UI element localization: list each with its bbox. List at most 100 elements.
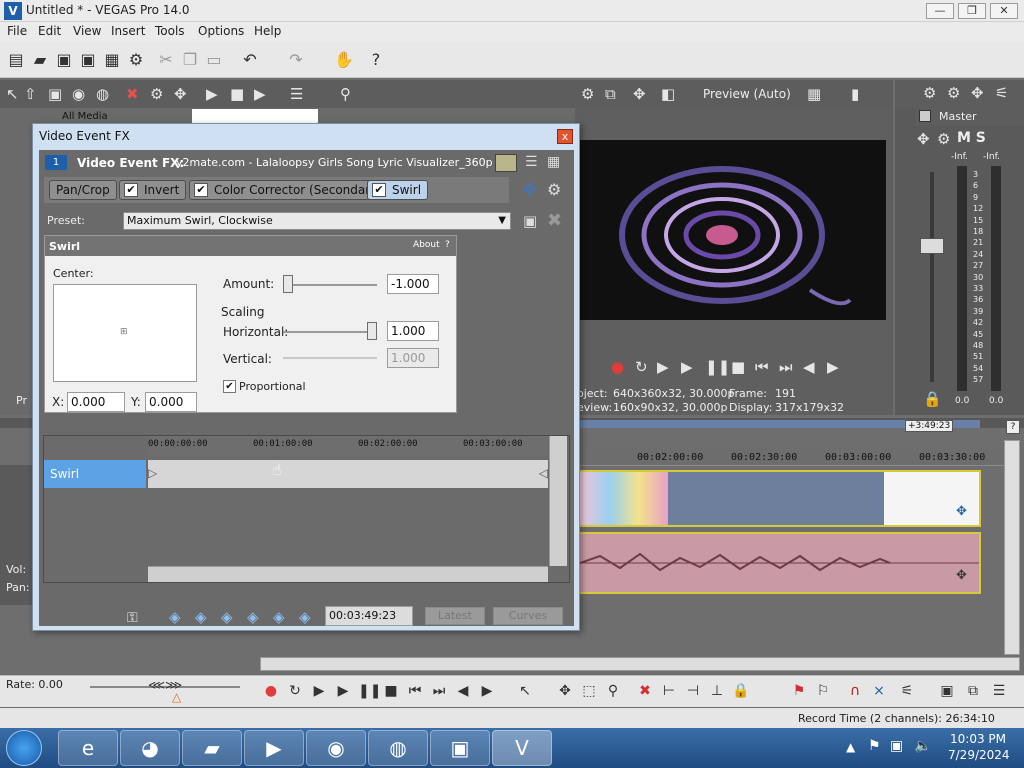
new-file-icon[interactable]: ▤ <box>6 50 26 70</box>
auto-crossfade-icon[interactable]: ⨯ <box>870 682 888 700</box>
split-screen-icon[interactable]: ✥ <box>633 85 646 103</box>
insert-region-icon[interactable]: ⚐ <box>814 682 832 700</box>
network-icon[interactable]: ▣ <box>890 738 903 754</box>
explorer-back-icon[interactable]: ↖ <box>6 85 19 103</box>
explorer-import-icon[interactable]: ▣ <box>48 85 62 103</box>
paste-icon[interactable]: ▭ <box>204 50 224 70</box>
keyframe-end-icon[interactable]: ◁ <box>539 466 548 480</box>
fx-chip-color-corrector[interactable]: ✔ Color Corrector (Secondary) <box>189 180 389 200</box>
undo-icon[interactable]: ↶ <box>240 50 260 70</box>
media-player-taskbar-icon[interactable]: ▶ <box>244 730 304 766</box>
play-icon[interactable]: ▶ <box>334 682 352 700</box>
preview-pause-icon[interactable]: ❚❚ <box>705 358 730 376</box>
menu-view[interactable]: View <box>73 24 101 38</box>
next-keyframe-icon[interactable]: ◈ <box>221 608 233 626</box>
kf-vertical-scrollbar[interactable] <box>549 436 567 566</box>
mixer-fx-icon[interactable]: ⚙ <box>947 84 960 102</box>
help-link[interactable]: ? <box>445 240 450 250</box>
preview-quality-dropdown[interactable]: Preview (Auto) <box>703 87 791 101</box>
menu-file[interactable]: File <box>7 24 27 38</box>
tray-expand-icon[interactable]: ▲ <box>846 740 855 754</box>
menu-insert[interactable]: Insert <box>111 24 145 38</box>
explorer-split-icon[interactable]: ✥ <box>174 85 187 103</box>
minimize-button[interactable]: — <box>926 3 954 19</box>
remove-plugin-icon[interactable]: ⚙ <box>547 180 561 199</box>
prev-keyframe-icon[interactable]: ◈ <box>195 608 207 626</box>
cut-icon[interactable]: ✂ <box>156 50 176 70</box>
latest-button[interactable]: Latest <box>425 607 485 625</box>
fx-chip-checkbox-icon[interactable]: ✔ <box>372 183 386 197</box>
lock-envelopes-icon[interactable]: ▣ <box>938 682 956 700</box>
add-keyframe-icon[interactable]: ◈ <box>273 608 285 626</box>
keyframe-time-input[interactable]: 00:03:49:23 <box>325 606 413 626</box>
horizontal-input[interactable]: 1.000 <box>387 321 439 341</box>
go-end-icon[interactable]: ⏭ <box>430 682 448 700</box>
timeline-menu-icon[interactable]: ☰ <box>990 682 1008 700</box>
go-start-icon[interactable]: ⏮ <box>406 682 424 700</box>
kf-track-label[interactable]: Swirl <box>44 460 146 488</box>
preview-prev-frame-icon[interactable]: ◀ <box>803 358 815 376</box>
timeline-help-icon[interactable]: ? <box>1006 420 1020 434</box>
selection-tool-icon[interactable]: ⬚ <box>580 682 598 700</box>
save-as-icon[interactable]: ▣ <box>78 50 98 70</box>
vegas-taskbar-icon[interactable]: V <box>492 730 552 766</box>
fx-chip-swirl[interactable]: ✔ Swirl <box>367 180 429 200</box>
fx-chip-checkbox-icon[interactable]: ✔ <box>194 183 208 197</box>
redo-icon[interactable]: ↷ <box>286 50 306 70</box>
center-y-input[interactable]: 0.000 <box>145 392 197 412</box>
explorer-taskbar-icon[interactable]: ▰ <box>182 730 242 766</box>
start-button-icon[interactable] <box>6 730 42 766</box>
explorer-views-icon[interactable]: ☰ <box>290 85 303 103</box>
menu-help[interactable]: Help <box>254 24 281 38</box>
trim-end-icon[interactable]: ⊣ <box>684 682 702 700</box>
normal-edit-tool-icon[interactable]: ↖ <box>516 682 534 700</box>
fx-chip-pan-crop[interactable]: Pan/Crop <box>49 180 117 200</box>
explorer-capture-icon[interactable]: ◉ <box>72 85 85 103</box>
timeline-ruler[interactable]: 00:02:00:00 00:02:30:00 00:03:00:00 00:0… <box>575 448 1005 466</box>
explorer-search-field[interactable] <box>192 109 318 123</box>
center-picker[interactable]: ⊞ <box>53 284 197 382</box>
auto-ripple-icon[interactable]: ⚟ <box>898 682 916 700</box>
envelope-tool-icon[interactable]: ✥ <box>556 682 574 700</box>
mixer-split-icon[interactable]: ✥ <box>971 84 984 102</box>
preview-stop-icon[interactable]: ■ <box>731 358 745 376</box>
chevron-down-icon[interactable]: ▼ <box>498 213 506 229</box>
kf-track[interactable]: ▷ ◁ ☝ <box>148 460 548 488</box>
open-folder-icon[interactable]: ▰ <box>30 50 50 70</box>
insert-marker-icon[interactable]: ⚑ <box>790 682 808 700</box>
amount-input[interactable]: -1.000 <box>387 274 439 294</box>
device-taskbar-icon[interactable]: ▣ <box>430 730 490 766</box>
menu-tools[interactable]: Tools <box>155 24 185 38</box>
preset-dropdown[interactable]: Maximum Swirl, Clockwise ▼ <box>123 212 511 230</box>
sync-cursor-icon[interactable]: ⚿ <box>127 610 138 626</box>
volume-muted-icon[interactable]: 🔈 <box>914 738 931 754</box>
copy-snapshot-icon[interactable]: ▮ <box>851 85 859 103</box>
preview-device-icon[interactable]: ⧉ <box>605 85 616 103</box>
timeline-horizontal-scrollbar[interactable] <box>260 657 1020 671</box>
preview-play-from-start-icon[interactable]: ▶ <box>657 358 669 376</box>
lock-event-icon[interactable]: 🔒 <box>732 682 750 700</box>
preview-go-end-icon[interactable]: ⏭ <box>779 358 793 376</box>
preview-go-start-icon[interactable]: ⏮ <box>755 358 769 376</box>
save-preset-icon[interactable]: ▣ <box>523 212 537 230</box>
preview-settings-icon[interactable]: ⚙ <box>581 85 594 103</box>
menu-edit[interactable]: Edit <box>38 24 61 38</box>
clock-time[interactable]: 10:03 PM <box>950 732 1006 746</box>
save-icon[interactable]: ▣ <box>54 50 74 70</box>
proportional-checkbox[interactable]: ✔ <box>223 380 236 393</box>
properties-gear-icon[interactable]: ⚙ <box>126 50 146 70</box>
ie-taskbar-icon[interactable]: e <box>58 730 118 766</box>
preview-next-frame-icon[interactable]: ▶ <box>827 358 839 376</box>
horizontal-slider-thumb[interactable] <box>367 322 377 340</box>
loop-playback-icon[interactable]: ↻ <box>286 682 304 700</box>
pause-icon[interactable]: ❚❚ <box>358 682 381 700</box>
explorer-web-icon[interactable]: ◍ <box>96 85 109 103</box>
preview-loop-icon[interactable]: ↻ <box>635 358 648 376</box>
master-fader-handle[interactable] <box>920 238 944 254</box>
mute-solo-buttons[interactable]: M S <box>957 130 986 146</box>
lock-icon[interactable]: 🔒 <box>923 390 942 408</box>
list-view-icon[interactable]: ☰ <box>525 154 538 170</box>
kf-horizontal-scrollbar[interactable] <box>148 566 548 582</box>
master-settings-icon[interactable]: ⚙ <box>937 130 950 148</box>
trim-start-icon[interactable]: ⊢ <box>660 682 678 700</box>
